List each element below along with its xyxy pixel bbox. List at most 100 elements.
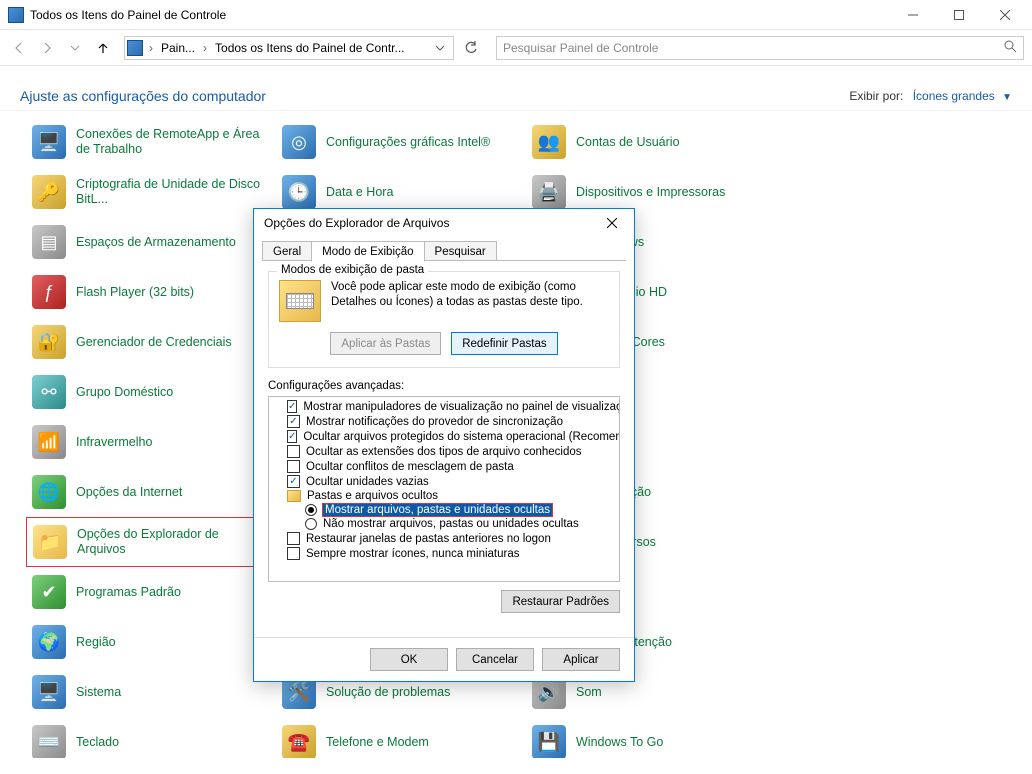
cp-item-label: Teclado — [76, 735, 119, 750]
cp-item-user-accounts[interactable]: 👥 Contas de Usuário — [526, 117, 776, 167]
nav-recent-dropdown[interactable] — [64, 37, 86, 59]
adv-option-restore-previous-windows[interactable]: Restaurar janelas de pastas anteriores n… — [269, 531, 619, 546]
infrared-icon: 📶 — [32, 425, 66, 459]
cp-item-label: Data e Hora — [326, 185, 393, 200]
adv-option-hide-extensions[interactable]: Ocultar as extensões dos tipos de arquiv… — [269, 444, 619, 459]
cp-item-windows-to-go[interactable]: 💾 Windows To Go — [526, 717, 776, 758]
adv-option-label: Mostrar manipuladores de visualização no… — [303, 401, 620, 413]
cp-item-file-explorer-options[interactable]: 📁 Opções do Explorador de Arquivos — [26, 517, 276, 567]
cp-item-label: Flash Player (32 bits) — [76, 285, 194, 300]
chevron-right-icon[interactable]: › — [201, 41, 209, 55]
window-maximize-button[interactable] — [936, 0, 982, 30]
lock-icon: 🔑 — [32, 175, 66, 209]
cancel-button[interactable]: Cancelar — [456, 648, 534, 671]
window-minimize-button[interactable] — [890, 0, 936, 30]
radio-checked-icon — [305, 504, 317, 516]
cp-item-storage-spaces[interactable]: ▤ Espaços de Armazenamento — [26, 217, 276, 267]
advanced-settings-label: Configurações avançadas: — [268, 380, 620, 392]
breadcrumb-segment[interactable]: Pain... — [159, 41, 197, 55]
tab-search[interactable]: Pesquisar — [424, 241, 497, 261]
adv-option-sync-notifications[interactable]: ✓ Mostrar notificações do provedor de si… — [269, 414, 619, 429]
cp-item-label: Criptografia de Unidade de Disco BitL... — [76, 177, 270, 207]
adv-option-label: Mostrar arquivos, pastas e unidades ocul… — [323, 504, 552, 516]
cp-item-homegroup[interactable]: ⚯ Grupo Doméstico — [26, 367, 276, 417]
folder-options-icon: 📁 — [33, 525, 67, 559]
reset-folders-button[interactable]: Redefinir Pastas — [451, 332, 557, 355]
control-panel-icon — [8, 7, 24, 23]
safe-icon: 🔐 — [32, 325, 66, 359]
adv-radio-dont-show-hidden[interactable]: Não mostrar arquivos, pastas ou unidades… — [269, 517, 619, 531]
adv-option-hide-merge-conflicts[interactable]: Ocultar conflitos de mesclagem de pasta — [269, 459, 619, 474]
cp-item-default-programs[interactable]: ✔ Programas Padrão — [26, 567, 276, 617]
apply-button[interactable]: Aplicar — [542, 648, 620, 671]
cp-item-label: Configurações gráficas Intel® — [326, 135, 490, 150]
dialog-titlebar[interactable]: Opções do Explorador de Arquivos — [254, 209, 634, 237]
cp-item-label: Som — [576, 685, 602, 700]
cp-item-remoteapp[interactable]: 🖥️ Conexões de RemoteApp e Área de Traba… — [26, 117, 276, 167]
address-history-dropdown[interactable] — [429, 37, 451, 59]
folder-views-group: Modos de exibição de pasta Você pode apl… — [268, 271, 620, 368]
cp-item-label: Grupo Doméstico — [76, 385, 173, 400]
adv-option-label: Pastas e arquivos ocultos — [307, 490, 438, 502]
nav-back-button[interactable] — [8, 37, 30, 59]
breadcrumb-segment[interactable]: Todos os Itens do Painel de Contr... — [213, 41, 425, 55]
cp-item-label: Conexões de RemoteApp e Área de Trabalho — [76, 127, 270, 157]
cp-item-flash-player[interactable]: ƒ Flash Player (32 bits) — [26, 267, 276, 317]
cp-item-keyboard[interactable]: ⌨️ Teclado — [26, 717, 276, 758]
checkbox-checked-icon: ✓ — [287, 475, 300, 488]
adv-option-label: Ocultar conflitos de mesclagem de pasta — [306, 461, 514, 473]
apply-to-folders-button[interactable]: Aplicar às Pastas — [330, 332, 441, 355]
cp-item-label: Solução de problemas — [326, 685, 450, 700]
cp-item-intel-graphics[interactable]: ◎ Configurações gráficas Intel® — [276, 117, 526, 167]
adv-option-preview-handlers[interactable]: ✓ Mostrar manipuladores de visualização … — [269, 399, 619, 414]
radio-unchecked-icon — [305, 518, 317, 530]
globe-icon: 🌐 — [32, 475, 66, 509]
tab-general[interactable]: Geral — [262, 241, 312, 261]
advanced-settings-list[interactable]: ✓ Mostrar manipuladores de visualização … — [268, 396, 620, 582]
view-by-selector[interactable]: Exibir por: Ícones grandes ▼ — [849, 89, 1012, 103]
monitor-icon: 🖥️ — [32, 125, 66, 159]
checkbox-unchecked-icon — [287, 532, 300, 545]
dialog-close-button[interactable] — [592, 210, 632, 236]
cp-item-bitlocker[interactable]: 🔑 Criptografia de Unidade de Disco BitL.… — [26, 167, 276, 217]
cp-item-infrared[interactable]: 📶 Infravermelho — [26, 417, 276, 467]
adv-radio-show-hidden[interactable]: Mostrar arquivos, pastas e unidades ocul… — [269, 503, 619, 517]
refresh-button[interactable] — [460, 37, 482, 59]
dialog-tabs: Geral Modo de Exibição Pesquisar — [254, 237, 634, 261]
cp-item-credential-manager[interactable]: 🔐 Gerenciador de Credenciais — [26, 317, 276, 367]
chevron-right-icon[interactable]: › — [147, 41, 155, 55]
tab-view[interactable]: Modo de Exibição — [311, 241, 424, 262]
cp-item-label: Infravermelho — [76, 435, 152, 450]
control-panel-icon — [127, 40, 143, 56]
adv-group-hidden-files[interactable]: Pastas e arquivos ocultos — [269, 489, 619, 503]
adv-option-always-show-icons[interactable]: Sempre mostrar ícones, nunca miniaturas — [269, 546, 619, 561]
printer-icon: 🖨️ — [532, 175, 566, 209]
cp-item-label: Telefone e Modem — [326, 735, 429, 750]
window-close-button[interactable] — [982, 0, 1028, 30]
ok-button[interactable]: OK — [370, 648, 448, 671]
dialog-title: Opções do Explorador de Arquivos — [264, 216, 449, 230]
search-input[interactable]: Pesquisar Painel de Controle — [496, 36, 1024, 60]
search-placeholder: Pesquisar Painel de Controle — [503, 41, 658, 55]
dialog-content: Modos de exibição de pasta Você pode apl… — [254, 261, 634, 637]
cp-item-system[interactable]: 🖥️ Sistema — [26, 667, 276, 717]
cp-item-label: Opções da Internet — [76, 485, 182, 500]
cp-item-label: Opções do Explorador de Arquivos — [77, 527, 269, 557]
nav-up-button[interactable] — [92, 37, 114, 59]
nav-forward-button[interactable] — [36, 37, 58, 59]
adv-option-label: Sempre mostrar ícones, nunca miniaturas — [306, 548, 519, 560]
computer-icon: 🖥️ — [32, 675, 66, 709]
address-bar[interactable]: › Pain... › Todos os Itens do Painel de … — [124, 36, 454, 60]
cp-item-label: Dispositivos e Impressoras — [576, 185, 725, 200]
checkbox-checked-icon: ✓ — [287, 400, 297, 413]
globe-clock-icon: 🌍 — [32, 625, 66, 659]
window-title: Todos os Itens do Painel de Controle — [30, 8, 226, 22]
restore-defaults-button[interactable]: Restaurar Padrões — [501, 590, 620, 613]
checkbox-unchecked-icon — [287, 460, 300, 473]
adv-option-hide-protected-os-files[interactable]: ✓ Ocultar arquivos protegidos do sistema… — [269, 429, 619, 444]
homegroup-icon: ⚯ — [32, 375, 66, 409]
cp-item-internet-options[interactable]: 🌐 Opções da Internet — [26, 467, 276, 517]
cp-item-region[interactable]: 🌍 Região — [26, 617, 276, 667]
cp-item-phone-modem[interactable]: ☎️ Telefone e Modem — [276, 717, 526, 758]
adv-option-hide-empty-drives[interactable]: ✓ Ocultar unidades vazias — [269, 474, 619, 489]
